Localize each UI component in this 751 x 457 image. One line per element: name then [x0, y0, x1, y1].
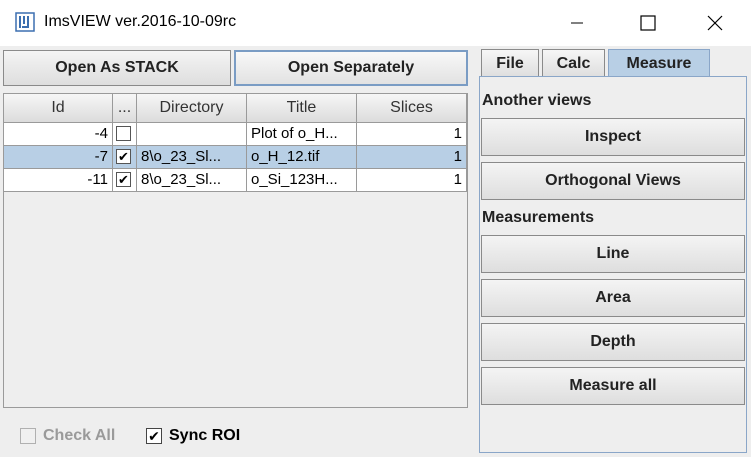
close-button[interactable] [692, 0, 738, 46]
open-separately-button[interactable]: Open Separately [234, 50, 468, 86]
minimize-button[interactable] [554, 0, 600, 46]
orthogonal-views-button[interactable]: Orthogonal Views [481, 162, 745, 200]
column-header-id[interactable]: Id [4, 94, 113, 123]
cell-id: -11 [4, 169, 113, 192]
title-bar: ImsVIEW ver.2016-10-09rc [0, 0, 751, 46]
cell-title: Plot of o_H... [247, 123, 357, 146]
cell-slices: 1 [357, 169, 467, 192]
row-checkbox[interactable]: ✔ [116, 149, 131, 164]
check-all-label: Check All [43, 427, 116, 444]
cell-title: o_H_12.tif [247, 146, 357, 169]
tab-file[interactable]: File [481, 49, 539, 77]
close-icon [707, 15, 723, 31]
depth-button[interactable]: Depth [481, 323, 745, 361]
measure-all-button[interactable]: Measure all [481, 367, 745, 405]
cell-directory [137, 123, 247, 146]
line-button[interactable]: Line [481, 235, 745, 273]
maximize-icon [640, 15, 656, 31]
inspect-button[interactable]: Inspect [481, 118, 745, 156]
table-row[interactable]: -7 ✔ 8\o_23_Sl... o_H_12.tif 1 [4, 146, 467, 169]
column-header-check[interactable]: ... [113, 94, 137, 123]
sync-roi-label: Sync ROI [169, 427, 241, 444]
window-title: ImsVIEW ver.2016-10-09rc [44, 13, 237, 30]
column-header-directory[interactable]: Directory [137, 94, 247, 123]
tab-calc[interactable]: Calc [542, 49, 605, 77]
cell-title: o_Si_123H... [247, 169, 357, 192]
area-button[interactable]: Area [481, 279, 745, 317]
cell-check [113, 123, 137, 146]
tab-measure[interactable]: Measure [608, 49, 710, 78]
column-header-title[interactable]: Title [247, 94, 357, 123]
cell-directory: 8\o_23_Sl... [137, 146, 247, 169]
image-table[interactable]: Id ... Directory Title Slices -4 Plot of… [3, 93, 468, 408]
open-as-stack-button[interactable]: Open As STACK [3, 50, 231, 86]
maximize-button[interactable] [625, 0, 671, 46]
imagej-app-icon [15, 12, 35, 32]
table-header: Id ... Directory Title Slices [4, 94, 467, 123]
minimize-icon [571, 22, 583, 24]
table-row[interactable]: -11 ✔ 8\o_23_Sl... o_Si_123H... 1 [4, 169, 467, 192]
another-views-label: Another views [482, 92, 592, 109]
check-all-checkbox[interactable]: Check All [20, 427, 115, 445]
cell-id: -4 [4, 123, 113, 146]
cell-slices: 1 [357, 123, 467, 146]
column-header-slices[interactable]: Slices [357, 94, 467, 123]
cell-id: -7 [4, 146, 113, 169]
row-checkbox[interactable] [116, 126, 131, 141]
sync-roi-box: ✔ [146, 428, 162, 444]
row-checkbox[interactable]: ✔ [116, 172, 131, 187]
check-all-box [20, 428, 36, 444]
cell-directory: 8\o_23_Sl... [137, 169, 247, 192]
cell-slices: 1 [357, 146, 467, 169]
table-row[interactable]: -4 Plot of o_H... 1 [4, 123, 467, 146]
cell-check: ✔ [113, 146, 137, 169]
sync-roi-checkbox[interactable]: ✔ Sync ROI [146, 427, 240, 445]
measurements-label: Measurements [482, 209, 595, 226]
cell-check: ✔ [113, 169, 137, 192]
